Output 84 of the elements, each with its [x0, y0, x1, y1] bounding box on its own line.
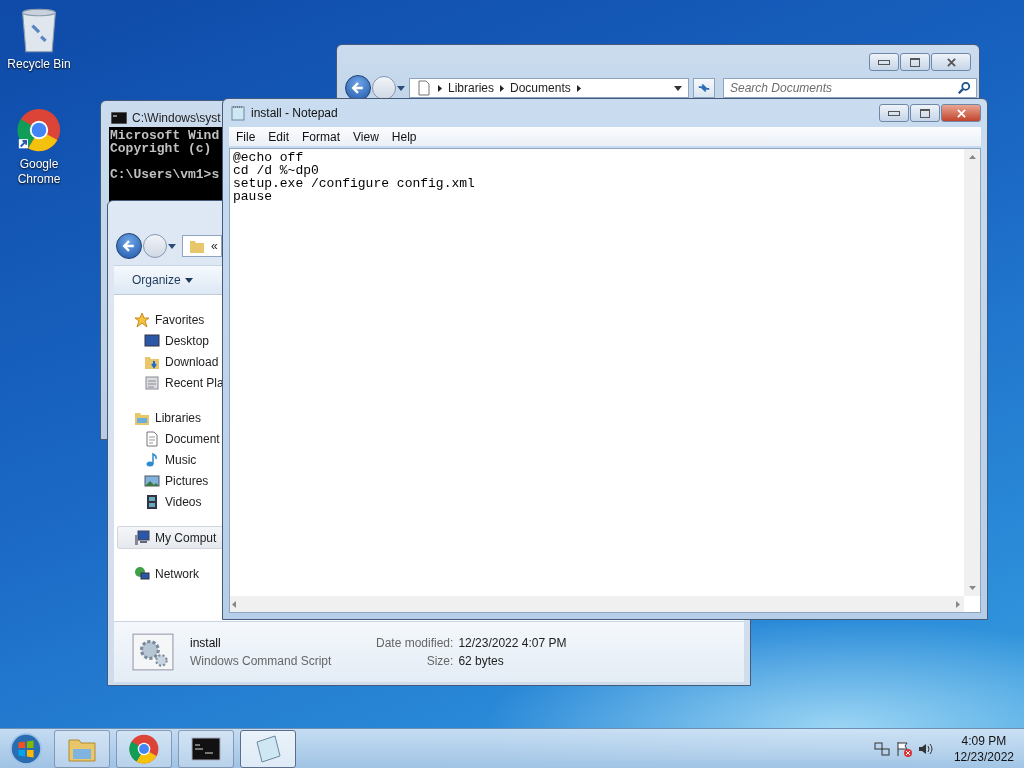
- menu-item[interactable]: View: [346, 128, 385, 145]
- document-icon: [416, 80, 432, 96]
- file-type: Windows Command Script: [190, 654, 333, 668]
- nav-item[interactable]: Favorites: [114, 309, 224, 330]
- address-bar[interactable]: «: [182, 235, 222, 257]
- nav-item[interactable]: Pictures: [114, 470, 224, 491]
- window-title: C:\Windows\syst: [132, 111, 221, 125]
- vertical-scrollbar[interactable]: [964, 149, 980, 596]
- film-icon: [144, 493, 160, 510]
- monitor-icon: [144, 332, 160, 349]
- picture-icon: [144, 472, 160, 489]
- nav-item[interactable]: Videos: [114, 491, 224, 512]
- minimize-button[interactable]: [879, 104, 909, 122]
- chrome-icon[interactable]: [17, 106, 61, 154]
- field-label: Size:: [425, 654, 454, 668]
- organize-button[interactable]: Organize: [120, 271, 205, 289]
- close-icon: [945, 57, 957, 67]
- nav-item[interactable]: Document: [114, 428, 224, 449]
- console-line: C:\Users\vm1>s: [110, 168, 221, 181]
- file-name: install: [190, 636, 222, 650]
- chrome-icon: [129, 733, 159, 764]
- menu-item[interactable]: File: [229, 128, 262, 145]
- recent-places-icon: [144, 374, 160, 391]
- refresh-button[interactable]: [693, 78, 715, 98]
- close-button[interactable]: [931, 53, 971, 71]
- menu-item[interactable]: Format: [295, 128, 347, 145]
- breadcrumb-item[interactable]: Libraries: [448, 81, 495, 95]
- folder-icon: [189, 238, 205, 254]
- nav-item[interactable]: Desktop: [114, 330, 224, 351]
- arrow-right-icon[interactable]: [956, 600, 960, 608]
- chevron-right-icon[interactable]: [500, 84, 505, 92]
- horizontal-scrollbar[interactable]: [230, 596, 964, 612]
- flag-error-icon[interactable]: [895, 740, 912, 757]
- network-icon: [134, 565, 150, 582]
- network-icon[interactable]: [873, 740, 890, 757]
- notepad-icon: [231, 105, 245, 121]
- console-icon: [111, 112, 127, 124]
- arrow-left-icon[interactable]: [232, 600, 236, 608]
- menu-item[interactable]: Edit: [261, 128, 296, 145]
- arrow-up-icon[interactable]: [968, 155, 976, 159]
- breadcrumb-item[interactable]: Documents: [510, 81, 571, 95]
- field-value: 62 bytes: [458, 654, 505, 668]
- console-icon: [191, 736, 221, 761]
- nav-item[interactable]: Download: [114, 351, 224, 372]
- arrow-left-icon: [350, 80, 366, 96]
- caret-icon: [184, 277, 193, 283]
- clock[interactable]: 4:09 PM 12/23/2022: [939, 732, 1018, 765]
- back-button[interactable]: [116, 233, 142, 259]
- caret-icon[interactable]: [397, 85, 405, 91]
- gears-icon: [132, 633, 174, 671]
- field-label: Date modified:: [376, 636, 454, 650]
- chevron-right-icon[interactable]: [438, 84, 442, 92]
- nav-item[interactable]: Network: [114, 563, 224, 584]
- document-icon: [144, 430, 160, 447]
- search-field[interactable]: Search Documents: [723, 78, 977, 98]
- nav-item[interactable]: Music: [114, 449, 224, 470]
- forward-button[interactable]: [372, 76, 396, 100]
- window-title: install - Notepad: [251, 106, 338, 120]
- desktop-icon-label[interactable]: Google Chrome: [4, 157, 74, 187]
- minimize-button[interactable]: [869, 53, 899, 71]
- star-icon: [134, 311, 150, 328]
- desktop-icon-label[interactable]: Recycle Bin: [7, 57, 71, 72]
- field-value: 12/23/2022 4:07 PM: [458, 636, 567, 650]
- back-button[interactable]: [345, 75, 371, 101]
- notepad-icon: [253, 733, 283, 764]
- taskbar-button[interactable]: [178, 729, 234, 768]
- arrow-down-icon[interactable]: [968, 586, 976, 590]
- close-icon: [955, 108, 967, 118]
- maximize-button[interactable]: [910, 104, 940, 122]
- menu-item[interactable]: Help: [384, 128, 423, 145]
- caret-icon[interactable]: [674, 85, 682, 91]
- path-overflow-button[interactable]: «: [211, 239, 218, 253]
- caret-icon[interactable]: [168, 243, 176, 249]
- console-line: Microsoft Wind: [110, 129, 221, 142]
- computer-icon: [134, 529, 150, 546]
- nav-item[interactable]: Libraries: [114, 407, 224, 428]
- nav-item[interactable]: My Comput: [117, 526, 224, 549]
- arrow-left-icon: [121, 238, 137, 254]
- console-line: Copyright (c): [110, 142, 213, 155]
- music-note-icon: [144, 451, 160, 468]
- close-button[interactable]: [941, 104, 981, 122]
- maximize-button[interactable]: [900, 53, 930, 71]
- chevron-right-icon[interactable]: [576, 84, 581, 92]
- address-bar[interactable]: Libraries Documents: [409, 78, 689, 98]
